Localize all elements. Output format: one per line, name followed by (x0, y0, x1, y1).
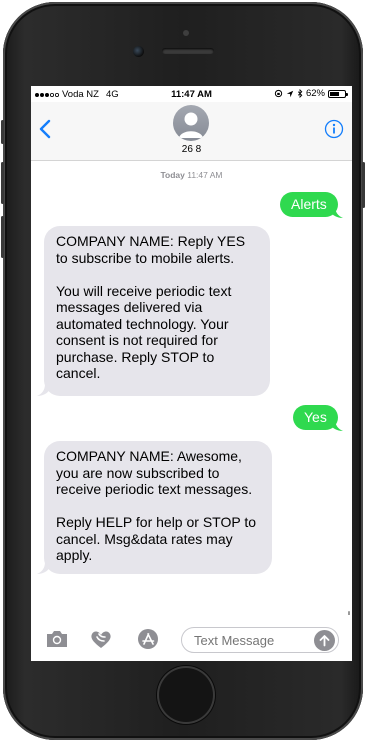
front-camera (133, 46, 144, 57)
conversation-header: 26 8 (31, 102, 352, 161)
incoming-message-bubble[interactable]: COMPANY NAME: Reply YES to subscribe to … (44, 226, 270, 396)
camera-icon[interactable] (44, 628, 70, 650)
location-icon (286, 90, 294, 97)
bubble-tail (37, 384, 49, 396)
proximity-sensor (183, 30, 189, 36)
message-composer (31, 615, 352, 661)
status-right: 62% (274, 88, 348, 99)
battery-icon (328, 89, 348, 98)
incoming-message-bubble[interactable]: COMPANY NAME: Awesome, you are now subsc… (44, 441, 272, 574)
timestamp-time: 11:47 AM (187, 170, 223, 180)
bubble-tail (37, 562, 49, 574)
heart-hands-icon[interactable] (88, 628, 114, 650)
orientation-lock-icon (274, 89, 283, 98)
avatar[interactable] (173, 105, 209, 141)
phone-frame: Voda NZ 4G 11:47 AM 62% 26 8 Today 11:47… (1, 2, 365, 740)
chevron-left-icon[interactable] (37, 118, 55, 140)
app-store-icon[interactable] (135, 628, 161, 650)
person-silhouette-icon (179, 112, 203, 138)
volume-up-button (1, 162, 4, 204)
status-bar: Voda NZ 4G 11:47 AM 62% (31, 86, 352, 102)
bubble-tail (331, 419, 343, 431)
timestamp-day: Today (160, 170, 185, 180)
battery-percent: 62% (305, 88, 325, 99)
screen: Voda NZ 4G 11:47 AM 62% 26 8 Today 11:47… (31, 86, 352, 661)
bubble-tail (331, 206, 343, 218)
bluetooth-icon (297, 89, 303, 98)
contact-name[interactable]: 26 8 (31, 144, 352, 155)
mute-switch (1, 120, 4, 144)
send-button[interactable] (314, 630, 335, 651)
outgoing-message-bubble[interactable]: Alerts (280, 192, 338, 217)
home-button[interactable] (157, 666, 215, 724)
volume-down-button (1, 216, 4, 258)
info-icon[interactable] (324, 119, 344, 139)
conversation-timestamp: Today 11:47 AM (31, 170, 352, 180)
earpiece-speaker (162, 48, 214, 54)
arrow-up-icon (319, 635, 330, 647)
power-button (362, 162, 365, 208)
